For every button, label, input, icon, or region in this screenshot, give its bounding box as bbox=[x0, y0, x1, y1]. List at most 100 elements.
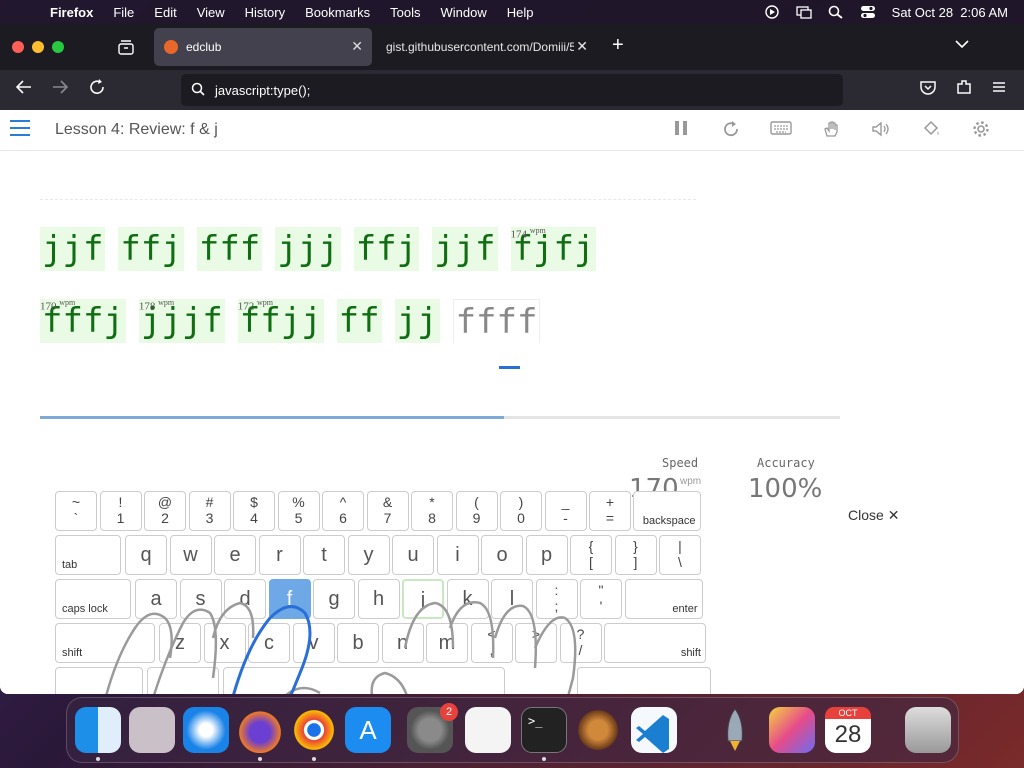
tab-overview-icon[interactable] bbox=[117, 39, 135, 60]
garageband-icon[interactable] bbox=[575, 707, 621, 753]
control-center-icon[interactable] bbox=[860, 5, 876, 19]
preview-icon[interactable] bbox=[769, 707, 815, 753]
key-o[interactable]: o bbox=[481, 535, 523, 575]
rocket-icon[interactable] bbox=[712, 707, 758, 753]
key[interactable]: }] bbox=[614, 535, 657, 575]
key[interactable]: #3 bbox=[188, 491, 231, 531]
firefox-icon[interactable] bbox=[237, 707, 283, 753]
key-label: shift bbox=[62, 647, 83, 659]
progress-bar bbox=[40, 416, 840, 419]
menu-bar: Firefox File Edit View History Bookmarks… bbox=[0, 0, 1024, 24]
key[interactable]: (9 bbox=[455, 491, 498, 531]
minimize-window-button[interactable] bbox=[32, 41, 44, 53]
key[interactable]: ~ ` bbox=[55, 491, 97, 531]
close-tab-icon[interactable]: ✕ bbox=[574, 38, 588, 55]
key[interactable]: $4 bbox=[233, 491, 275, 531]
key-shift-char: _ bbox=[561, 494, 570, 510]
key[interactable]: % 5 bbox=[277, 491, 320, 531]
word-wpm-label: 172 wpm bbox=[238, 281, 273, 329]
settings-gear-icon[interactable] bbox=[970, 120, 992, 140]
key-w[interactable]: w bbox=[169, 535, 212, 575]
key[interactable]: ) 0 bbox=[500, 491, 542, 531]
chrome-icon[interactable] bbox=[291, 707, 337, 753]
launchpad-icon[interactable] bbox=[129, 707, 175, 753]
word-text: fff bbox=[198, 229, 261, 269]
spotlight-search-icon[interactable] bbox=[828, 5, 844, 19]
paint-bucket-icon[interactable] bbox=[920, 120, 942, 140]
key-label: tab bbox=[62, 559, 78, 571]
key-y[interactable]: y bbox=[347, 535, 390, 575]
hamburger-menu-icon[interactable] bbox=[10, 120, 30, 136]
tab-key[interactable]: tab bbox=[55, 535, 121, 575]
terminal-icon[interactable]: >_ bbox=[521, 707, 567, 753]
textedit-icon[interactable] bbox=[465, 707, 511, 753]
key[interactable]: @2 bbox=[144, 491, 186, 531]
key-e[interactable]: e bbox=[214, 535, 256, 575]
key-i[interactable]: i bbox=[436, 535, 479, 575]
key-char: 9 bbox=[472, 510, 481, 526]
clock[interactable]: Sat Oct 28 2:06 AM bbox=[892, 5, 1008, 20]
calendar-icon[interactable]: OCT 28 bbox=[825, 707, 871, 753]
key-u[interactable]: u bbox=[392, 535, 434, 575]
restart-icon[interactable] bbox=[720, 120, 742, 140]
menu-help[interactable]: Help bbox=[497, 5, 544, 20]
running-indicator bbox=[258, 757, 262, 761]
url-bar[interactable]: javascript:type(); bbox=[181, 74, 843, 106]
app-store-icon[interactable]: A bbox=[345, 707, 391, 753]
menu-window[interactable]: Window bbox=[431, 5, 497, 20]
vscode-icon[interactable] bbox=[631, 707, 677, 753]
key[interactable]: & 7 bbox=[366, 491, 409, 531]
screen-mirroring-icon[interactable] bbox=[796, 5, 812, 19]
key-char: 8 bbox=[428, 510, 436, 526]
pocket-icon[interactable] bbox=[919, 78, 937, 101]
wpm-unit: wpm bbox=[158, 298, 175, 307]
menu-bookmarks[interactable]: Bookmarks bbox=[295, 5, 380, 20]
key-shift-char: } bbox=[633, 538, 638, 554]
close-window-button[interactable] bbox=[12, 41, 24, 53]
key-char: r bbox=[276, 544, 283, 566]
close-tab-icon[interactable]: ✕ bbox=[351, 38, 363, 55]
zoom-window-button[interactable] bbox=[52, 41, 64, 53]
key-char: w bbox=[183, 544, 198, 566]
hand-icon[interactable] bbox=[820, 120, 842, 140]
menu-history[interactable]: History bbox=[235, 5, 295, 20]
key-label: enter bbox=[672, 603, 698, 615]
list-all-tabs-icon[interactable] bbox=[955, 36, 969, 52]
pause-icon[interactable] bbox=[670, 120, 692, 140]
close-keyboard-button[interactable]: Close ✕ bbox=[848, 507, 899, 524]
finder-icon[interactable] bbox=[75, 707, 121, 753]
key-q[interactable]: q bbox=[125, 535, 167, 575]
menu-app-name[interactable]: Firefox bbox=[46, 5, 103, 20]
sound-icon[interactable] bbox=[870, 120, 892, 140]
menu-view[interactable]: View bbox=[187, 5, 235, 20]
new-tab-button[interactable]: + bbox=[612, 34, 624, 57]
notification-badge: 2 bbox=[440, 703, 458, 721]
extensions-icon[interactable] bbox=[955, 78, 973, 101]
play-icon[interactable] bbox=[764, 5, 780, 19]
menu-file[interactable]: File bbox=[103, 5, 144, 20]
key[interactable]: ^ 6 bbox=[322, 491, 364, 531]
key-t[interactable]: t bbox=[303, 535, 345, 575]
safari-icon[interactable] bbox=[183, 707, 229, 753]
back-button[interactable] bbox=[15, 78, 33, 101]
reload-button[interactable] bbox=[88, 78, 106, 101]
menu-icon[interactable] bbox=[991, 78, 1007, 101]
trash-icon[interactable] bbox=[905, 707, 951, 753]
key-p[interactable]: p bbox=[525, 535, 568, 575]
accuracy-label: Accuracy bbox=[757, 456, 815, 470]
backspace-key[interactable]: backspace bbox=[632, 491, 701, 531]
key-shift-char: ~ bbox=[71, 494, 81, 510]
key[interactable]: {[ bbox=[570, 535, 612, 575]
key[interactable]: _ - bbox=[544, 491, 587, 531]
tab-gist[interactable]: gist.githubusercontent.com/Domiii/5 ✕ bbox=[386, 28, 592, 66]
key-r[interactable]: r bbox=[258, 535, 301, 575]
keyboard-icon[interactable] bbox=[770, 120, 792, 140]
tab-edclub[interactable]: edclub ✕ bbox=[154, 28, 372, 66]
key[interactable]: + = bbox=[589, 491, 631, 531]
forward-button[interactable] bbox=[51, 78, 69, 101]
menu-tools[interactable]: Tools bbox=[380, 5, 430, 20]
key[interactable]: * 8 bbox=[411, 491, 453, 531]
key[interactable]: | \ bbox=[659, 535, 701, 575]
menu-edit[interactable]: Edit bbox=[144, 5, 186, 20]
key[interactable]: ! 1 bbox=[99, 491, 142, 531]
